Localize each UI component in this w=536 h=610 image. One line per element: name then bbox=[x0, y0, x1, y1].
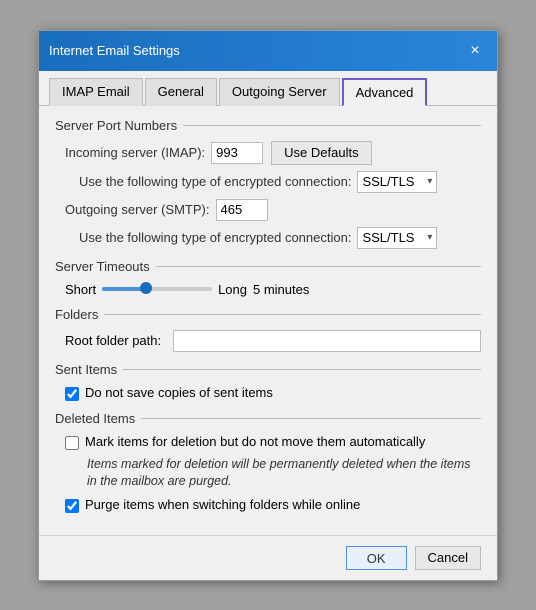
root-path-row: Root folder path: bbox=[55, 330, 481, 352]
dropdown-arrow-2: ▾ bbox=[427, 232, 432, 243]
dropdown-arrow-1: ▾ bbox=[427, 176, 432, 187]
mark-deletion-label[interactable]: Mark items for deletion but do not move … bbox=[85, 434, 425, 449]
title-bar: Internet Email Settings × bbox=[39, 31, 497, 71]
outgoing-server-label: Outgoing server (SMTP): bbox=[65, 202, 210, 217]
deleted-items-section: Deleted Items Mark items for deletion bu… bbox=[55, 411, 481, 513]
cancel-button[interactable]: Cancel bbox=[415, 546, 481, 570]
folders-section: Folders Root folder path: bbox=[55, 307, 481, 352]
server-timeouts-section: Server Timeouts Short Long 5 minutes bbox=[55, 259, 481, 297]
purge-items-row: Purge items when switching folders while… bbox=[55, 497, 481, 513]
incoming-server-input[interactable] bbox=[211, 142, 263, 164]
root-path-input[interactable] bbox=[173, 330, 481, 352]
server-ports-header: Server Port Numbers bbox=[55, 118, 481, 133]
deleted-items-header: Deleted Items bbox=[55, 411, 481, 426]
sent-items-checkbox[interactable] bbox=[65, 387, 79, 401]
dialog-content: Server Port Numbers Incoming server (IMA… bbox=[39, 106, 497, 535]
deletion-info-text: Items marked for deletion will be perman… bbox=[55, 456, 481, 491]
purge-items-label[interactable]: Purge items when switching folders while… bbox=[85, 497, 360, 512]
ok-button[interactable]: OK bbox=[346, 546, 407, 570]
sent-items-label[interactable]: Do not save copies of sent items bbox=[85, 385, 273, 400]
encrypted-connection-row-1: Use the following type of encrypted conn… bbox=[55, 171, 481, 193]
encrypted-connection-row-2: Use the following type of encrypted conn… bbox=[55, 227, 481, 249]
internet-email-settings-dialog: Internet Email Settings × IMAP Email Gen… bbox=[38, 30, 498, 581]
tab-outgoing-server[interactable]: Outgoing Server bbox=[219, 78, 340, 106]
tab-bar: IMAP Email General Outgoing Server Advan… bbox=[39, 71, 497, 106]
incoming-server-label: Incoming server (IMAP): bbox=[65, 145, 205, 160]
timeout-duration: 5 minutes bbox=[253, 282, 309, 297]
root-path-label: Root folder path: bbox=[65, 333, 161, 348]
encrypted-value-1: SSL/TLS bbox=[362, 174, 414, 189]
dialog-footer: OK Cancel bbox=[39, 535, 497, 580]
encrypted-label-2: Use the following type of encrypted conn… bbox=[79, 230, 351, 245]
purge-items-checkbox[interactable] bbox=[65, 499, 79, 513]
encrypted-dropdown-2[interactable]: SSL/TLS ▾ bbox=[357, 227, 437, 249]
server-timeouts-header: Server Timeouts bbox=[55, 259, 481, 274]
encrypted-dropdown-1[interactable]: SSL/TLS ▾ bbox=[357, 171, 437, 193]
encrypted-value-2: SSL/TLS bbox=[362, 230, 414, 245]
server-ports-section: Server Port Numbers Incoming server (IMA… bbox=[55, 118, 481, 249]
incoming-server-row: Incoming server (IMAP): Use Defaults bbox=[55, 141, 481, 165]
timeout-slider[interactable] bbox=[102, 287, 212, 291]
tab-advanced[interactable]: Advanced bbox=[342, 78, 428, 106]
dialog-title: Internet Email Settings bbox=[49, 43, 180, 58]
sent-items-checkbox-row: Do not save copies of sent items bbox=[55, 385, 481, 401]
long-label: Long bbox=[218, 282, 247, 297]
outgoing-server-input[interactable] bbox=[216, 199, 268, 221]
timeout-slider-row: Short Long 5 minutes bbox=[55, 282, 481, 297]
close-button[interactable]: × bbox=[463, 39, 487, 63]
mark-deletion-checkbox[interactable] bbox=[65, 436, 79, 450]
outgoing-server-row: Outgoing server (SMTP): bbox=[55, 199, 481, 221]
use-defaults-button[interactable]: Use Defaults bbox=[271, 141, 371, 165]
tab-general[interactable]: General bbox=[145, 78, 217, 106]
tab-imap-email[interactable]: IMAP Email bbox=[49, 78, 143, 106]
mark-deletion-row: Mark items for deletion but do not move … bbox=[55, 434, 481, 450]
sent-items-header: Sent Items bbox=[55, 362, 481, 377]
sent-items-section: Sent Items Do not save copies of sent it… bbox=[55, 362, 481, 401]
short-label: Short bbox=[65, 282, 96, 297]
slider-thumb bbox=[140, 282, 152, 294]
encrypted-label-1: Use the following type of encrypted conn… bbox=[79, 174, 351, 189]
folders-header: Folders bbox=[55, 307, 481, 322]
